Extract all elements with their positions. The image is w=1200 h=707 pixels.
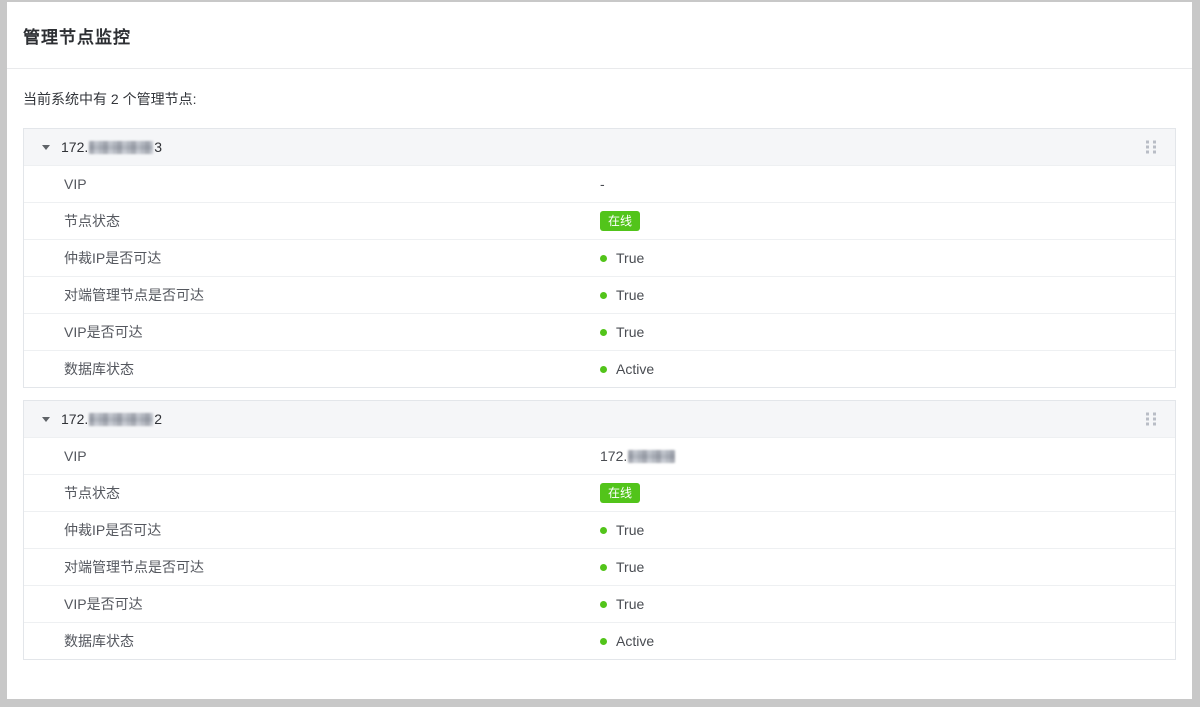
row-value: - <box>600 166 605 202</box>
node-ip-suffix: 2 <box>154 411 162 427</box>
row-value: True <box>600 240 644 276</box>
row-value: True <box>600 549 644 585</box>
row-value: True <box>600 314 644 350</box>
node-ip-suffix: 3 <box>154 139 162 155</box>
node-ip-prefix: 172. <box>61 139 88 155</box>
green-status-dot-icon <box>600 638 607 645</box>
row-label: VIP <box>64 448 87 464</box>
row-value-text: True <box>616 250 644 266</box>
row-label: 数据库状态 <box>64 631 134 651</box>
vip-value-prefix: 172. <box>600 448 627 464</box>
info-row-peer-node: 对端管理节点是否可达 True <box>24 276 1175 313</box>
green-status-dot-icon <box>600 601 607 608</box>
row-label: VIP <box>64 176 87 192</box>
row-value-text: True <box>616 596 644 612</box>
row-label: 仲裁IP是否可达 <box>64 520 161 540</box>
page-title: 管理节点监控 <box>23 23 131 48</box>
node-ip: 172.2 <box>61 411 162 427</box>
row-value: True <box>600 586 644 622</box>
drag-handle-icon[interactable] <box>1146 141 1156 154</box>
green-status-dot-icon <box>600 366 607 373</box>
status-badge: 在线 <box>600 211 640 231</box>
collapse-caret-icon <box>42 145 50 150</box>
row-value-text: Active <box>616 633 654 649</box>
row-value: Active <box>600 623 654 659</box>
row-label: VIP是否可达 <box>64 594 143 614</box>
masked-text <box>628 450 675 463</box>
row-value-text: True <box>616 287 644 303</box>
row-value-text: Active <box>616 361 654 377</box>
info-row-vip: VIP - <box>24 165 1175 202</box>
row-label: 对端管理节点是否可达 <box>64 285 204 305</box>
info-row-node-status: 节点状态 在线 <box>24 474 1175 511</box>
drag-handle-icon[interactable] <box>1146 413 1156 426</box>
row-value-text: True <box>616 522 644 538</box>
green-status-dot-icon <box>600 255 607 262</box>
info-row-arbitration-ip: 仲裁IP是否可达 True <box>24 239 1175 276</box>
node-panel-header[interactable]: 172.2 <box>24 401 1175 437</box>
info-row-database: 数据库状态 Active <box>24 350 1175 387</box>
info-row-vip-reachable: VIP是否可达 True <box>24 585 1175 622</box>
green-status-dot-icon <box>600 329 607 336</box>
info-row-vip-reachable: VIP是否可达 True <box>24 313 1175 350</box>
info-row-peer-node: 对端管理节点是否可达 True <box>24 548 1175 585</box>
green-status-dot-icon <box>600 292 607 299</box>
info-row-node-status: 节点状态 在线 <box>24 202 1175 239</box>
green-status-dot-icon <box>600 564 607 571</box>
row-value: 在线 <box>600 203 640 239</box>
row-value: True <box>600 512 644 548</box>
row-label: 仲裁IP是否可达 <box>64 248 161 268</box>
info-row-database: 数据库状态 Active <box>24 622 1175 659</box>
row-label: 节点状态 <box>64 483 120 503</box>
node-panel-header[interactable]: 172.3 <box>24 129 1175 165</box>
masked-text <box>89 141 153 154</box>
row-value-text: True <box>616 324 644 340</box>
row-value: Active <box>600 351 654 387</box>
row-label: VIP是否可达 <box>64 322 143 342</box>
masked-text <box>89 413 153 426</box>
green-status-dot-icon <box>600 527 607 534</box>
row-value: 172. <box>600 438 676 474</box>
node-ip: 172.3 <box>61 139 162 155</box>
node-ip-prefix: 172. <box>61 411 88 427</box>
info-row-arbitration-ip: 仲裁IP是否可达 True <box>24 511 1175 548</box>
intro-text: 当前系统中有 2 个管理节点: <box>23 89 1176 109</box>
row-value: 在线 <box>600 475 640 511</box>
row-value: True <box>600 277 644 313</box>
row-label: 节点状态 <box>64 211 120 231</box>
info-row-vip: VIP 172. <box>24 437 1175 474</box>
row-value-text: True <box>616 559 644 575</box>
node-panel: 172.3 VIP - 节点状态 在线 仲裁IP是否可达 True 对端管理节点… <box>23 128 1176 388</box>
collapse-caret-icon <box>42 417 50 422</box>
row-label: 数据库状态 <box>64 359 134 379</box>
status-badge: 在线 <box>600 483 640 503</box>
node-panel: 172.2 VIP 172. 节点状态 在线 仲裁IP是否可达 True 对端管… <box>23 400 1176 660</box>
row-label: 对端管理节点是否可达 <box>64 557 204 577</box>
page-header: 管理节点监控 <box>7 2 1192 69</box>
main-content: 当前系统中有 2 个管理节点: 172.3 VIP - 节点状态 在线 仲裁IP… <box>7 69 1192 688</box>
app-window: 管理节点监控 当前系统中有 2 个管理节点: 172.3 VIP - 节点状态 … <box>7 2 1192 699</box>
